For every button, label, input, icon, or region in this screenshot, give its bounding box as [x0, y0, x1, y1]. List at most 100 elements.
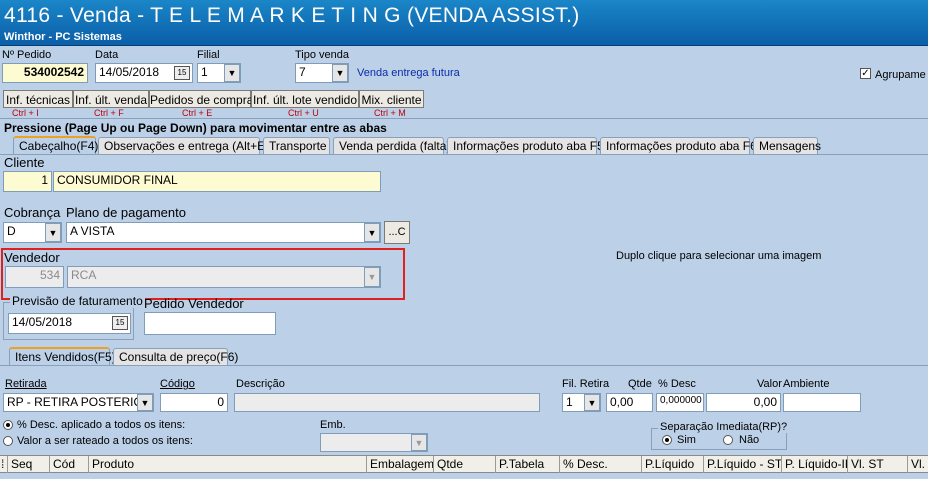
data-label: Data	[95, 49, 119, 61]
data-value: 14/05/2018	[99, 65, 160, 79]
fil-retira-value: 1	[566, 395, 573, 409]
mix-cliente-shortcut: Ctrl + M	[374, 108, 406, 118]
calendar-icon[interactable]: 15	[174, 66, 190, 80]
emb-dropdown-icon[interactable]: ▼	[411, 434, 427, 451]
pedido-vendedor-label: Pedido Vendedor	[144, 296, 244, 311]
retirada-label: Retirada	[5, 378, 47, 390]
tipo-venda-desc: Venda entrega futura	[357, 67, 460, 79]
col-produto[interactable]: Produto	[89, 456, 367, 473]
filial-value: 1	[201, 65, 208, 79]
previsao-value: 14/05/2018	[12, 315, 73, 329]
inf-ult-lote-button[interactable]: Inf. últ. lote vendido	[251, 90, 359, 108]
col-ptabela[interactable]: P.Tabela	[496, 456, 560, 473]
radio-valor-label: Valor a ser rateado a todos os itens:	[17, 435, 193, 447]
tab-divider	[0, 154, 928, 155]
divider	[0, 118, 928, 119]
pedido-field[interactable]: 534002542	[2, 63, 88, 83]
cliente-label: Cliente	[4, 155, 45, 170]
col-pliquido[interactable]: P.Líquido	[642, 456, 704, 473]
valor-field[interactable]: 0,00	[706, 393, 781, 412]
tab-info-f6[interactable]: Informações produto aba F6	[600, 137, 757, 155]
col-cod[interactable]: Cód	[50, 456, 89, 473]
retirada-dropdown-icon[interactable]: ▼	[137, 394, 153, 411]
desc-field[interactable]: 0,000000	[656, 393, 704, 412]
mix-cliente-button[interactable]: Mix. cliente	[359, 90, 424, 108]
inf-tecnicas-button[interactable]: Inf. técnicas	[3, 90, 73, 108]
tab-venda-perdida[interactable]: Venda perdida (falta)	[333, 137, 450, 155]
retirada-value: RP - RETIRA POSTERIOR	[7, 395, 152, 409]
plano-label: Plano de pagamento	[66, 205, 186, 220]
cobranca-label: Cobrança	[4, 205, 61, 220]
vendedor-dropdown-icon[interactable]: ▼	[364, 267, 380, 287]
cobranca-value: D	[7, 224, 16, 238]
ambiente-field[interactable]	[783, 393, 861, 412]
grid-menu-icon[interactable]: ⁞	[0, 456, 8, 473]
codigo-label: Código	[160, 378, 195, 390]
pedido-label: Nº Pedido	[2, 49, 52, 61]
tab-itens-vendidos[interactable]: Itens Vendidos(F5)	[9, 347, 116, 366]
inf-ult-venda-button[interactable]: Inf. últ. venda	[73, 90, 149, 108]
window-title: 4116 - Venda - T E L E M A R K E T I N G…	[4, 4, 580, 27]
pedidos-compra-shortcut: Ctrl + E	[182, 108, 213, 118]
tab-transporte[interactable]: Transporte	[263, 137, 330, 155]
plano-dropdown-icon[interactable]: ▼	[364, 223, 380, 242]
tab-cabecalho[interactable]: Cabeçalho(F4)	[13, 136, 98, 155]
title-bar: 4116 - Venda - T E L E M A R K E T I N G…	[0, 0, 928, 46]
fil-retira-dropdown-icon[interactable]: ▼	[584, 394, 600, 411]
valor-label: Valor	[757, 378, 782, 390]
radio-valor-rateado[interactable]	[3, 436, 13, 446]
items-grid-header: ⁞ Seq Cód Produto Embalagem Qtde P.Tabel…	[0, 455, 928, 473]
pedido-vendedor-field[interactable]	[144, 312, 276, 335]
radio-sim-label: Sim	[677, 434, 696, 446]
tab-mensagens[interactable]: Mensagens	[753, 137, 821, 155]
qtde-field[interactable]: 0,00	[606, 393, 653, 412]
pedidos-compra-button[interactable]: Pedidos de compra	[149, 90, 253, 108]
col-vl[interactable]: Vl.	[908, 456, 928, 473]
tab-consulta-preco[interactable]: Consulta de preço(F6)	[113, 348, 238, 366]
col-embalagem[interactable]: Embalagem	[367, 456, 434, 473]
agrupamento-checkbox[interactable]: ✓	[860, 68, 871, 79]
col-qtde[interactable]: Qtde	[434, 456, 496, 473]
ambiente-label: Ambiente	[783, 378, 830, 390]
col-pliquido-if[interactable]: P. Líquido-IF	[782, 456, 848, 473]
radio-sim[interactable]	[662, 435, 672, 445]
tipo-venda-label: Tipo venda	[295, 49, 350, 61]
cliente-name-field[interactable]: CONSUMIDOR FINAL	[53, 171, 381, 192]
radio-nao-label: Não	[739, 434, 760, 446]
radio-desc-aplicado[interactable]	[3, 420, 13, 430]
retirada-select[interactable]: RP - RETIRA POSTERIOR	[3, 393, 154, 412]
col-vlst[interactable]: Vl. ST	[848, 456, 908, 473]
descricao-field[interactable]	[234, 393, 540, 412]
tipo-venda-dropdown-icon[interactable]: ▼	[332, 64, 348, 82]
plano-select[interactable]: A VISTA	[66, 222, 381, 243]
tab-observacoes[interactable]: Observações e entrega (Alt+E)	[98, 137, 269, 155]
cliente-code-field[interactable]: 1	[3, 171, 52, 192]
previsao-calendar-icon[interactable]: 15	[112, 316, 128, 330]
radio-nao[interactable]	[723, 435, 733, 445]
qtde-label: Qtde	[628, 378, 652, 390]
inf-ult-lote-shortcut: Ctrl + U	[288, 108, 319, 118]
agrupamento-label: Agrupame	[875, 69, 926, 81]
descricao-label: Descrição	[236, 378, 285, 390]
vendedor-select[interactable]: RCA	[67, 266, 381, 288]
col-pliquido-st[interactable]: P.Líquido - ST	[704, 456, 782, 473]
inf-tecnicas-shortcut: Ctrl + I	[12, 108, 39, 118]
col-desc[interactable]: % Desc.	[560, 456, 642, 473]
plano-search-button[interactable]: ...C	[384, 221, 410, 244]
plano-value: A VISTA	[70, 224, 115, 238]
filial-label: Filial	[197, 49, 220, 61]
vendedor-code-field[interactable]: 534	[5, 266, 64, 288]
vendedor-name: RCA	[71, 268, 97, 282]
previsao-label: Previsão de faturamento	[10, 294, 145, 308]
radio-desc-label: % Desc. aplicado a todos os itens:	[17, 419, 186, 431]
emb-label: Emb.	[320, 419, 346, 431]
subtab-divider	[0, 365, 928, 366]
window-subtitle: Winthor - PC Sistemas	[4, 31, 122, 43]
tab-info-f5[interactable]: Informações produto aba F5	[447, 137, 604, 155]
cobranca-dropdown-icon[interactable]: ▼	[45, 223, 61, 242]
col-seq[interactable]: Seq	[8, 456, 50, 473]
image-hint[interactable]: Duplo clique para selecionar uma imagem	[616, 250, 821, 262]
filial-dropdown-icon[interactable]: ▼	[224, 64, 240, 82]
codigo-field[interactable]: 0	[160, 393, 228, 412]
vendedor-label: Vendedor	[4, 250, 60, 265]
